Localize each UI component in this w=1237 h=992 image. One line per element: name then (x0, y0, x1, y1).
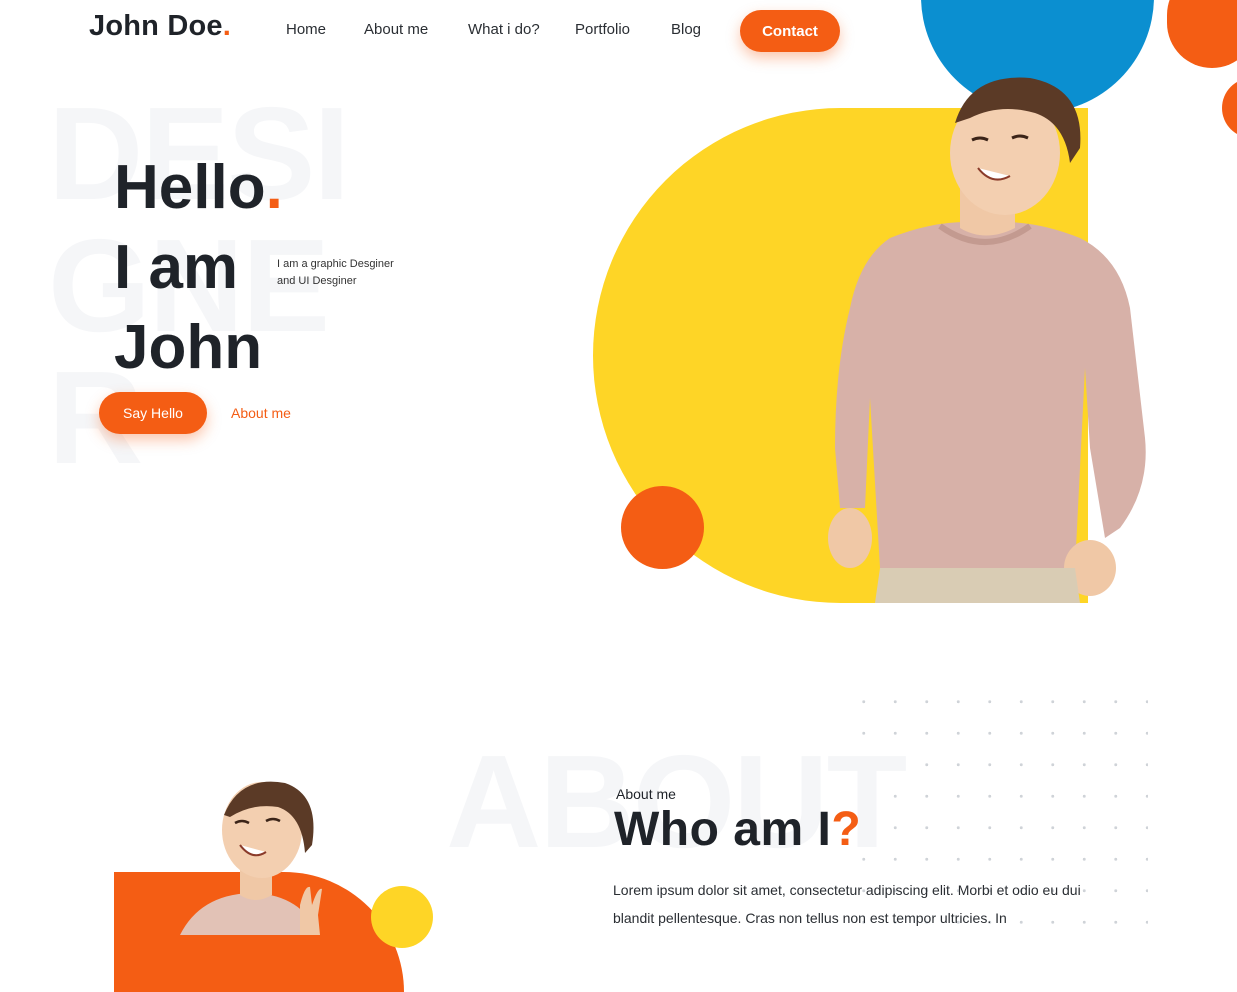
nav-blog[interactable]: Blog (671, 21, 701, 38)
about-portrait-image (180, 781, 322, 935)
brand-logo[interactable]: John Doe. (89, 10, 231, 43)
decor-orange-circle (1222, 78, 1237, 138)
hero-portrait-image (828, 77, 1146, 603)
about-kicker: About me (616, 786, 676, 802)
hero-title: Hello. I am John (114, 153, 283, 382)
about-yellow-circle (371, 886, 433, 948)
nav-home[interactable]: Home (286, 21, 326, 38)
contact-button[interactable]: Contact (740, 10, 840, 52)
hero-subtitle: I am a graphic Desginer and UI Desginer (277, 258, 394, 287)
nav-what-i-do[interactable]: What i do? (468, 21, 540, 38)
say-hello-button[interactable]: Say Hello (99, 392, 207, 434)
nav-portfolio[interactable]: Portfolio (575, 21, 630, 38)
nav-about-me[interactable]: About me (364, 21, 428, 38)
hero-orange-circle (621, 486, 704, 569)
about-me-link[interactable]: About me (231, 405, 291, 421)
about-body-text: Lorem ipsum dolor sit amet, consectetur … (613, 882, 1081, 926)
decor-orange-pill (1167, 0, 1237, 68)
about-title: Who am I? (614, 803, 862, 856)
